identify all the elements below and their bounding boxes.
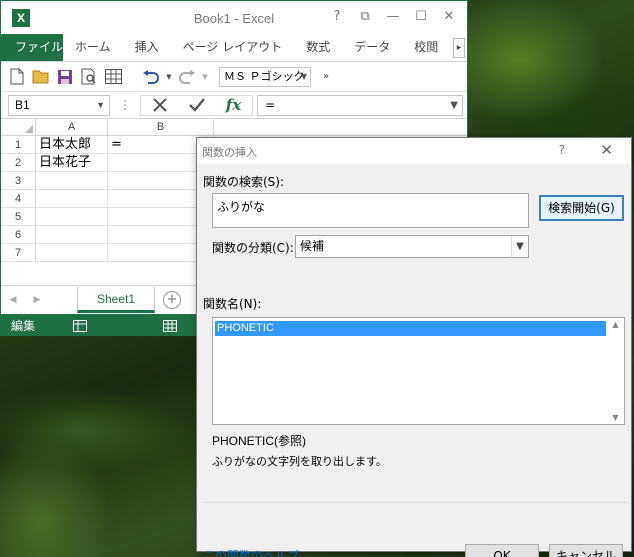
expand-formula-bar-icon[interactable]: ▼ (450, 96, 458, 115)
function-list-scrollbar[interactable]: ▲ ▼ (607, 318, 624, 424)
dialog-help-button[interactable]: ? (559, 143, 565, 157)
tab-data[interactable]: データ (342, 34, 402, 61)
tab-page-layout[interactable]: ページ レイアウト (171, 34, 295, 61)
help-button[interactable]: ? (323, 7, 351, 27)
cancel-button[interactable]: キャンセル (549, 544, 623, 557)
minimize-button[interactable]: — (379, 7, 407, 27)
formula-bar-grip[interactable]: ⋮ (110, 98, 140, 112)
cell-a7[interactable] (36, 244, 108, 261)
tab-file[interactable]: ファイル (1, 34, 63, 61)
category-select[interactable]: 候補 ▼ (295, 235, 529, 258)
row-header[interactable]: 3 (1, 172, 36, 189)
sheet-prev-icon[interactable]: ◀ (1, 295, 25, 305)
scroll-up-icon[interactable]: ▲ (607, 320, 624, 329)
cell-a1[interactable]: 日本太郎 (36, 136, 108, 153)
name-box[interactable]: B1 ▼ (8, 94, 110, 116)
function-search-value: ふりがな (217, 200, 266, 214)
row-header[interactable]: 6 (1, 226, 36, 243)
open-folder-icon[interactable] (31, 67, 51, 87)
category-value: 候補 (300, 239, 325, 253)
redo-dropdown-icon[interactable]: ▼ (201, 67, 209, 87)
search-label: 関数の検索(S): (203, 175, 285, 189)
ribbon-tabs: ファイル ホーム 挿入 ページ レイアウト 数式 データ 校閲 ▸ (1, 34, 467, 61)
column-header-b[interactable]: B (108, 119, 214, 135)
insert-function-icon[interactable]: fx (215, 96, 252, 115)
ribbon-scroll-right-button[interactable]: ▸ (453, 38, 465, 58)
font-name-value: ＭＳ Ｐゴシック (224, 69, 305, 83)
row-header[interactable]: 4 (1, 190, 36, 207)
chevron-down-icon: ▼ (300, 71, 307, 81)
tab-home[interactable]: ホーム (63, 34, 123, 61)
category-label: 関数の分類(C): (212, 241, 294, 255)
normal-view-icon[interactable] (163, 319, 183, 333)
font-name-select[interactable]: ＭＳ Ｐゴシック ▼ (219, 66, 311, 87)
dialog-close-button[interactable]: ✕ (600, 141, 613, 159)
divider (201, 502, 627, 503)
ribbon-display-options-button[interactable]: ⧉ (351, 7, 379, 27)
dialog-title: 関数の挿入 (202, 146, 257, 159)
cell-a3[interactable] (36, 172, 108, 189)
function-description: ふりがなの文字列を取り出します。 (212, 455, 387, 468)
add-sheet-button[interactable]: + (163, 290, 181, 309)
toolbar-overflow-button[interactable]: » (323, 71, 329, 82)
print-preview-icon[interactable] (79, 67, 99, 87)
search-start-button[interactable]: 検索開始(G) (539, 195, 624, 221)
row-header[interactable]: 5 (1, 208, 36, 225)
cancel-entry-icon[interactable] (141, 96, 178, 115)
column-header-a[interactable]: A (36, 119, 108, 135)
chevron-down-icon: ▼ (96, 99, 105, 110)
cell-a5[interactable] (36, 208, 108, 225)
function-syntax: PHONETIC(参照) (212, 434, 306, 448)
name-box-value: B1 (15, 97, 30, 112)
borders-grid-icon[interactable] (103, 67, 123, 87)
chevron-down-icon: ▼ (511, 236, 528, 257)
redo-icon[interactable] (177, 67, 197, 87)
row-header[interactable]: 2 (1, 154, 36, 171)
list-item[interactable]: PHONETIC (215, 321, 606, 336)
tab-formulas[interactable]: 数式 (294, 34, 342, 61)
undo-icon[interactable] (141, 67, 161, 87)
function-list-label: 関数名(N): (203, 297, 262, 311)
cell-a2[interactable]: 日本花子 (36, 154, 108, 171)
row-header[interactable]: 1 (1, 136, 36, 153)
insert-function-dialog: 関数の挿入 ? ✕ 関数の検索(S): ふりがな 検索開始(G) 関数の分類(C… (196, 137, 632, 557)
formula-input[interactable]: = ▼ (257, 94, 463, 116)
new-document-icon[interactable] (7, 67, 27, 87)
function-search-input[interactable]: ふりがな (212, 193, 529, 228)
row-header[interactable]: 7 (1, 244, 36, 261)
formula-value: = (265, 97, 276, 112)
formula-bar: B1 ▼ ⋮ fx = ▼ (1, 91, 467, 119)
sheet-next-icon[interactable]: ▶ (25, 295, 49, 305)
dialog-titlebar: 関数の挿入 ? ✕ (197, 138, 631, 164)
save-icon[interactable] (55, 67, 75, 87)
select-all-corner[interactable] (1, 119, 36, 135)
ok-button[interactable]: OK (465, 544, 539, 557)
cell-a4[interactable] (36, 190, 108, 207)
scroll-down-icon[interactable]: ▼ (607, 413, 624, 422)
tab-review[interactable]: 校閲 (402, 34, 450, 61)
status-mode: 編集 (11, 319, 36, 333)
undo-dropdown-icon[interactable]: ▼ (165, 67, 173, 87)
excel-titlebar: X Book1 - Excel ? ⧉ — ☐ ✕ (1, 1, 467, 34)
maximize-button[interactable]: ☐ (407, 7, 435, 27)
enter-check-icon[interactable] (178, 96, 215, 115)
tab-insert[interactable]: 挿入 (123, 34, 171, 61)
column-headers: A B (1, 119, 467, 136)
quick-toolbar: ▼ ▼ ＭＳ Ｐゴシック ▼ » (1, 61, 467, 91)
function-list[interactable]: PHONETIC ▲ ▼ (212, 317, 625, 425)
macro-record-icon[interactable] (73, 319, 93, 333)
close-button[interactable]: ✕ (435, 7, 463, 27)
sheet-tab-sheet1[interactable]: Sheet1 (77, 286, 155, 313)
cell-a6[interactable] (36, 226, 108, 243)
function-help-link[interactable]: この関数のヘルプ (203, 547, 299, 557)
